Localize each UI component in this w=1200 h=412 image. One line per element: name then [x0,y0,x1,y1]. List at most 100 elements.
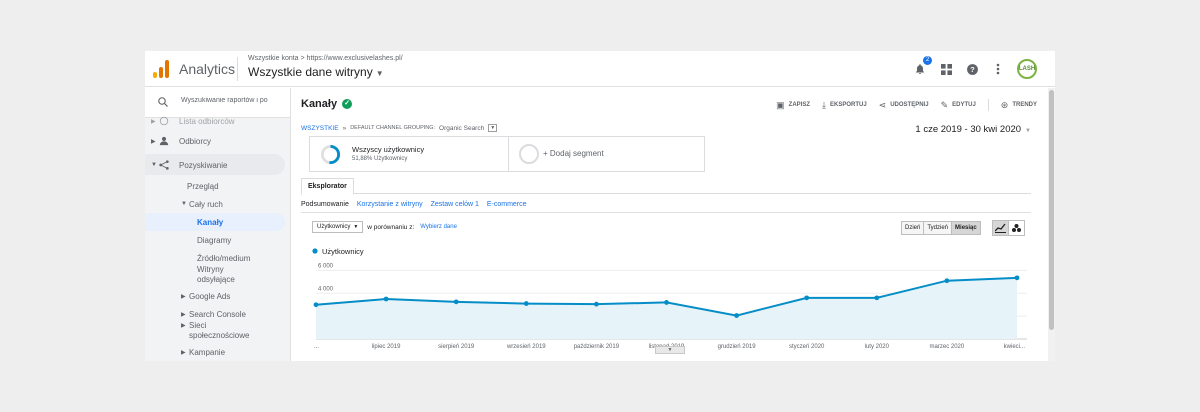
empty-segment-icon [519,144,539,164]
breadcrumb-grouping: DEFAULT CHANNEL GROUPING: [350,125,436,131]
sidebar-item-label: Google Ads [189,291,231,301]
data-point [944,278,950,284]
x-tick-label: wrzesień 2019 [506,344,546,350]
sidebar-item-label: Witryny [197,264,224,274]
page-title: Kanały ✓ [301,98,353,110]
legend-label: Użytkownicy [322,247,364,256]
x-tick-label: marzec 2020 [930,344,965,350]
data-point [1014,275,1020,281]
share-label: UDOSTĘPNIJ [890,102,929,108]
metric-controls: Użytkownicy ▼ w porównaniu z: Wybierz dan… [312,221,457,233]
subtab-ecommerce[interactable]: E-commerce [487,201,527,208]
sidebar-item-label: Źródło/medium [197,253,251,263]
sidebar-item-label: odsyłające [197,274,235,284]
insights-icon: ⊛ [1000,99,1009,110]
legend-marker [312,248,318,254]
granularity-week[interactable]: Tydzień [923,221,953,235]
chevron-right-icon: ▶ [181,349,186,356]
sidebar-search[interactable]: Wyszukiwanie raportów i po [145,88,290,118]
property-name: Wszystkie dane witryny [248,65,373,79]
subtab-zestaw-celow[interactable]: Zestaw celów 1 [431,201,479,208]
data-point [874,295,880,301]
more-vert-icon [996,63,1000,75]
x-tick-label: lipiec 2019 [372,344,401,350]
scrollbar-thumb[interactable] [1049,90,1054,330]
tab-eksplorator[interactable]: Eksplorator [301,178,354,195]
acquisition-icon [159,160,169,170]
report-actions: ▣ ZAPISZ ⤓ EKSPORTUJ ⋖ UDOSTĘPNIJ ✎ EDYTUJ ⊛… [776,99,1037,111]
account-avatar[interactable]: LASH [1017,59,1037,79]
search-input[interactable]: Wyszukiwanie raportów i po [181,97,281,104]
person-icon [159,136,169,146]
trends-button[interactable]: ⊛ TRENDY [1001,99,1037,111]
segment-all-users[interactable]: Wszyscy użytkownicy 51,88% Użytkownicy [309,136,510,172]
export-label: EKSPORTUJ [829,102,867,108]
app-name: Analytics [179,61,236,77]
sidebar-item-label: Search Console [189,309,246,319]
more-menu-button[interactable] [991,62,1005,76]
data-point [594,301,599,307]
share-icon: ⋖ [878,99,887,110]
chevron-right-icon: ▶ [181,322,186,329]
pencil-icon: ✎ [940,99,949,110]
bubbles-icon [1012,224,1021,232]
page-title-text: Kanały [301,98,338,110]
property-selector[interactable]: Wszystkie dane witryny ▼ [248,65,384,79]
breadcrumb-all-link[interactable]: WSZYSTKIE [301,125,339,132]
subtab-korzystanie[interactable]: Korzystanie z witryny [357,201,423,208]
divider [987,99,989,111]
segment-share: 51,88% Użytkownicy [352,156,408,162]
subtab-podsumowanie[interactable]: Podsumowanie [301,201,349,208]
clock-icon [159,116,169,126]
date-range-text: 1 cze 2019 - 30 kwi 2020 [915,124,1022,135]
users-line-chart: Użytkownicy6 0004 0002 000...lipiec 2019… [312,247,1027,350]
y-tick-label: 4 000 [318,286,334,292]
granularity-day[interactable]: Dzień [901,221,925,235]
export-button[interactable]: ⤓ EKSPORTUJ [822,99,867,111]
x-tick-label: ... [314,344,319,350]
breadcrumb-dropdown-button[interactable]: ▼ [488,124,498,132]
sidebar-item-label: Przegląd [187,181,219,191]
apps-button[interactable] [939,62,953,76]
sidebar-item-label: Pozyskiwanie [179,160,228,170]
edit-button[interactable]: ✎ EDYTUJ [941,99,976,111]
choose-metric-link[interactable]: Wybierz dane [420,224,457,230]
bell-icon [916,64,924,74]
metric-select-value: Użytkownicy [317,224,351,230]
metric-select[interactable]: Użytkownicy ▼ [312,221,364,233]
dimension-breadcrumb: WSZYSTKIE » DEFAULT CHANNEL GROUPING: Or… [301,124,498,132]
sidebar-item-label: Odbiorcy [179,136,212,146]
save-button[interactable]: ▣ ZAPISZ [776,99,810,111]
add-segment-button[interactable]: + Dodaj segment [508,136,705,172]
divider [237,57,238,81]
toolbar-icons: 2 ? LASH [913,56,1037,80]
chevron-down-icon: ▼ [181,201,187,207]
x-tick-label: grudzień 2019 [718,344,757,350]
chevron-down-icon: ▼ [375,69,384,78]
motion-chart-view-button[interactable] [1008,220,1025,236]
data-point [383,296,389,302]
sidebar-item-label: Kampanie [189,347,226,357]
line-chart-icon [995,223,1006,233]
save-icon: ▣ [776,99,785,110]
granularity-toggle: Dzień Tydzień Miesiąc [901,221,981,235]
scrollbar[interactable] [1048,88,1055,361]
account-breadcrumb[interactable]: Wszystkie konta > https://www.exclusivel… [248,55,403,62]
search-icon [158,97,168,107]
segment-donut-icon [320,144,341,165]
share-button[interactable]: ⋖ UDOSTĘPNIJ [879,99,929,111]
help-button[interactable]: ? [965,62,979,76]
line-chart-view-button[interactable] [992,220,1009,236]
compare-label: w porównaniu z: [367,223,415,231]
notifications-button[interactable]: 2 [913,56,932,76]
chevron-right-icon: ▶ [151,138,156,145]
date-range-picker[interactable]: 1 cze 2019 - 30 kwi 2020 ▼ [915,124,1031,135]
chart-collapse-handle[interactable]: ▼ [655,346,685,354]
data-point [313,302,319,308]
chevron-right-icon: ▶ [151,118,156,125]
data-point [664,300,669,305]
granularity-month[interactable]: Miesiąc [951,221,981,235]
trends-label: TRENDY [1012,102,1037,108]
x-tick-label: luty 2020 [865,344,890,350]
sidebar-item-label: Diagramy [197,235,232,245]
